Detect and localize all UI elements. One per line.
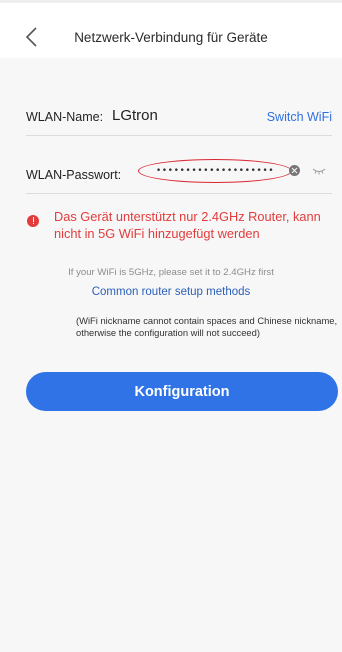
router-setup-link[interactable]: Common router setup methods	[0, 286, 342, 298]
five-ghz-hint: If your WiFi is 5GHz, please set it to 2…	[68, 267, 274, 278]
password-input[interactable]	[138, 159, 292, 183]
password-label: WLAN-Passwort:	[26, 168, 122, 182]
page-title: Netzwerk-Verbindung für Geräte	[74, 30, 268, 45]
ssid-label: WLAN-Name:	[26, 110, 104, 124]
clear-icon[interactable]	[289, 165, 300, 176]
form-area: WLAN-Name: LGtron Switch WiFi WLAN-Passw…	[0, 58, 342, 652]
top-bar: Netzwerk-Verbindung für Geräte	[0, 0, 342, 58]
password-row: WLAN-Passwort:	[26, 154, 332, 194]
ssid-value: LGtron	[112, 107, 158, 124]
configure-button[interactable]: Konfiguration	[26, 372, 338, 411]
alert-icon	[27, 215, 39, 227]
switch-wifi-link[interactable]: Switch WiFi	[267, 110, 332, 124]
ssid-row: WLAN-Name: LGtron Switch WiFi	[26, 96, 332, 136]
frequency-warning: Das Gerät unterstützt nur 2.4GHz Router,…	[54, 209, 321, 241]
nickname-note: (WiFi nickname cannot contain spaces and…	[76, 315, 338, 338]
eye-closed-icon[interactable]	[312, 165, 326, 175]
